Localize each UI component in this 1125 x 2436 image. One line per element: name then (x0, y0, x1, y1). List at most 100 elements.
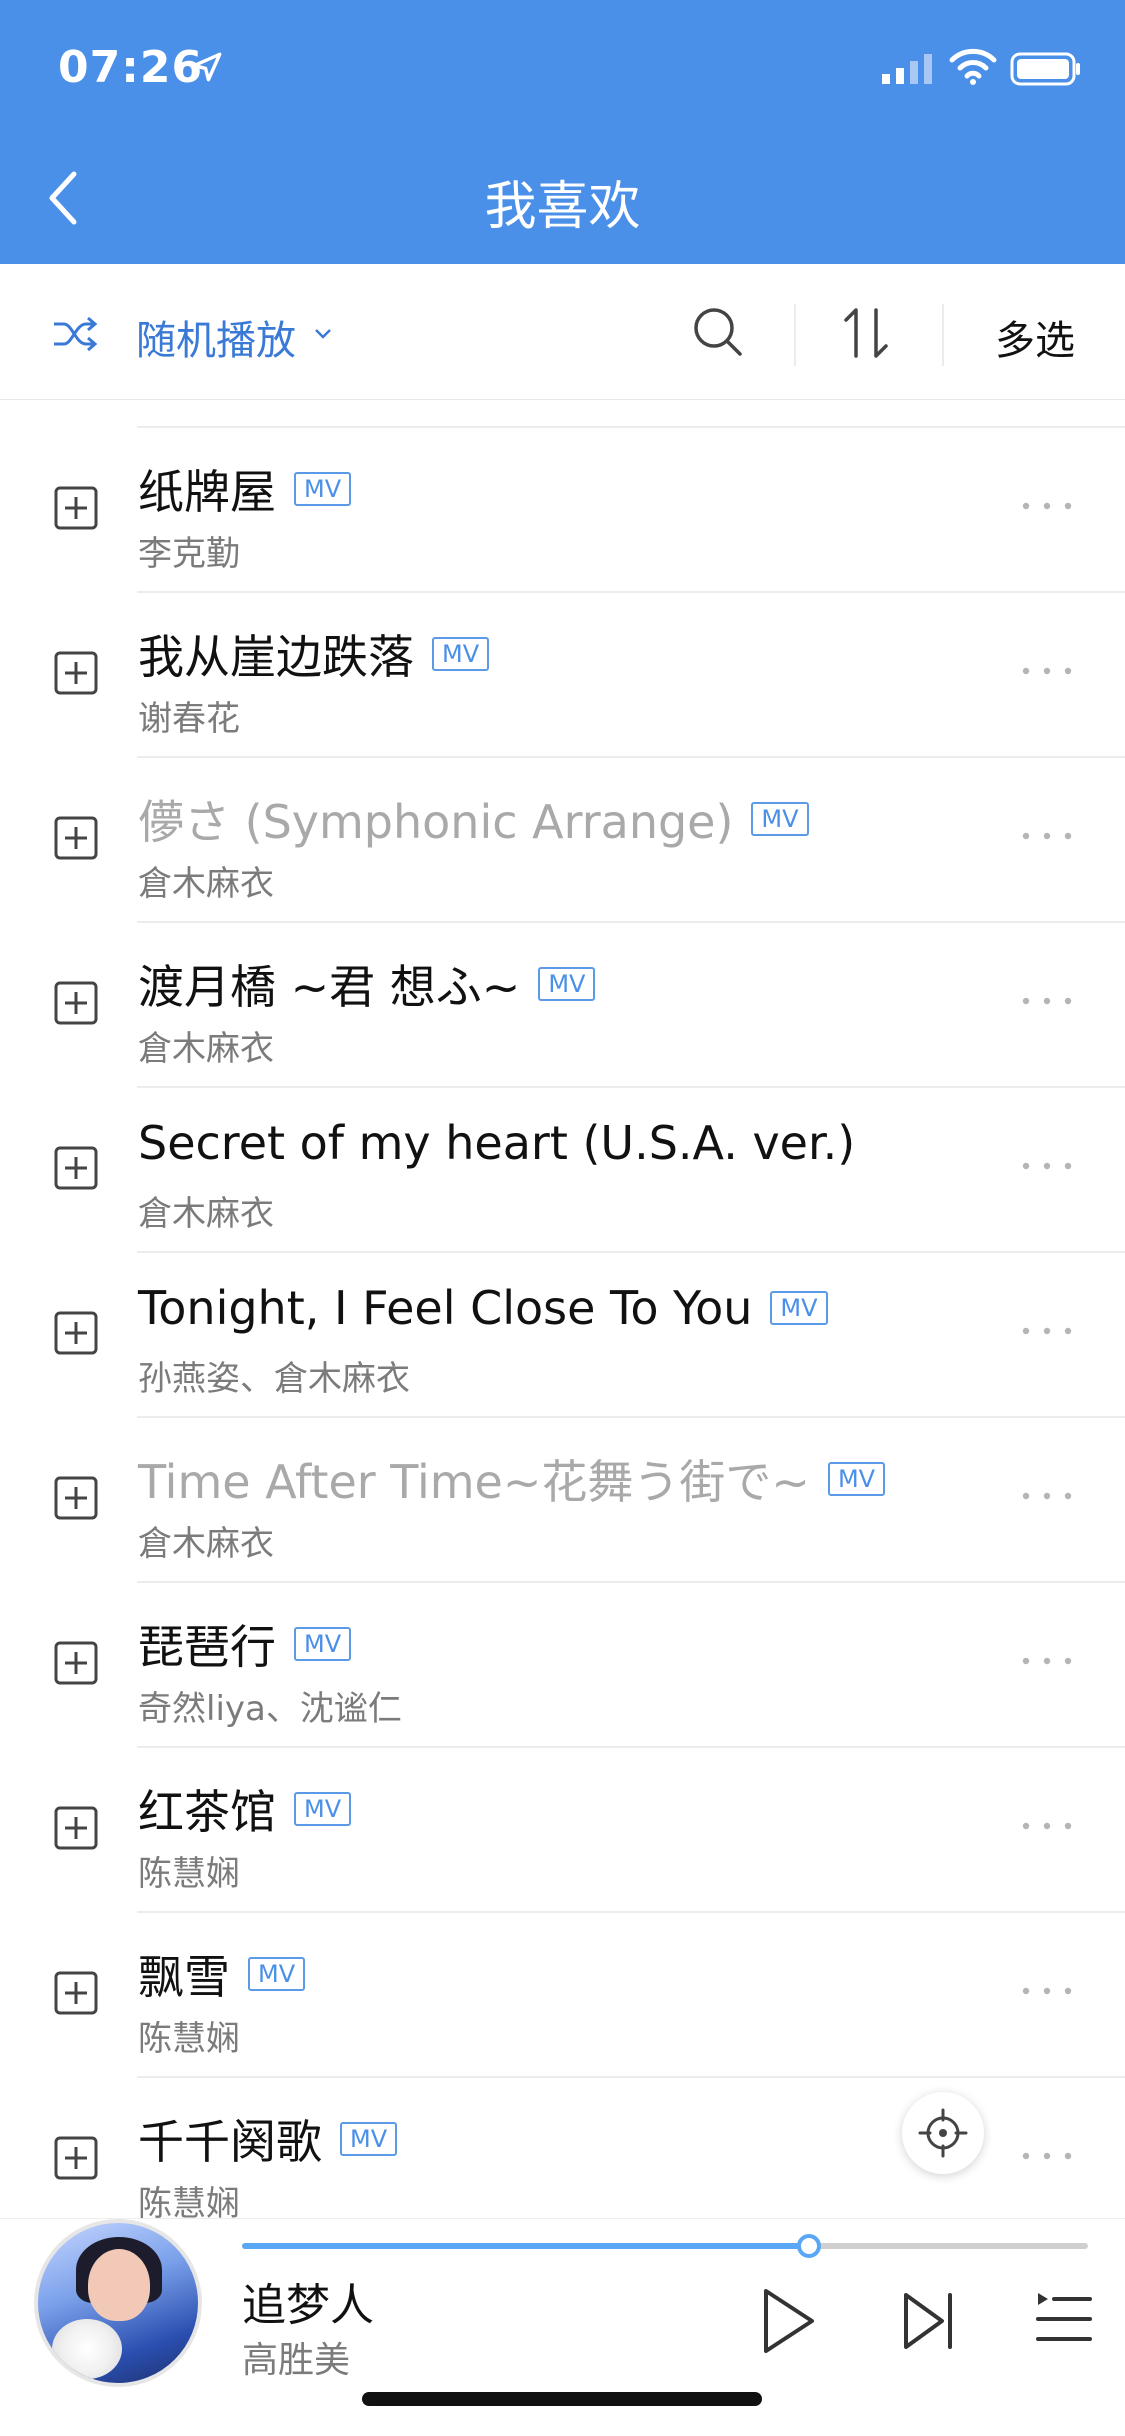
mv-badge[interactable]: MV (770, 1291, 828, 1325)
song-artist: 李克勤 (138, 534, 240, 574)
locate-current-button[interactable] (902, 2092, 984, 2174)
more-icon[interactable] (1020, 991, 1074, 1011)
add-icon[interactable] (52, 1144, 100, 1192)
song-title-text: 红茶馆 (138, 1785, 276, 1839)
progress-bar[interactable] (242, 2234, 1088, 2258)
more-icon[interactable] (1020, 1486, 1074, 1506)
wifi-icon (949, 48, 997, 85)
song-row[interactable]: 纸牌屋 MV 李克勤 (0, 428, 1125, 593)
song-row[interactable]: Time After Time~花舞う街で~ MV 倉木麻衣 (0, 1418, 1125, 1583)
chevron-down-icon[interactable] (313, 326, 333, 342)
song-artist: 孙燕姿、倉木麻衣 (138, 1359, 410, 1399)
mv-badge[interactable]: MV (294, 1792, 352, 1826)
play-icon[interactable] (758, 2285, 818, 2357)
song-artist: 倉木麻衣 (138, 1029, 274, 1069)
song-title: Secret of my heart (U.S.A. ver.) (138, 1116, 855, 1170)
cover-face (88, 2249, 150, 2321)
multi-select-button[interactable]: 多选 (995, 308, 1075, 366)
add-icon[interactable] (52, 2134, 100, 2182)
next-icon[interactable] (900, 2289, 960, 2353)
add-icon[interactable] (52, 1639, 100, 1687)
location-arrow-icon (192, 52, 222, 82)
song-artist: 倉木麻衣 (138, 864, 274, 904)
song-title-text: Tonight, I Feel Close To You (138, 1281, 753, 1335)
home-indicator (362, 2392, 762, 2406)
now-playing-title: 追梦人 (242, 2280, 374, 2331)
search-icon[interactable] (690, 304, 746, 360)
add-icon[interactable] (52, 979, 100, 1027)
shuffle-play-button[interactable]: 随机播放 (136, 308, 296, 366)
mv-badge[interactable]: MV (751, 802, 809, 836)
toolbar-separator (794, 304, 796, 366)
song-list: 纸牌屋 MV 李克勤 我从崖边跌落 MV 谢春花 儚さ (Symphonic Arrange… (0, 400, 1125, 2218)
song-artist: 倉木麻衣 (138, 1524, 274, 1564)
status-bar: 07:26 (0, 0, 1125, 140)
mv-badge[interactable]: MV (248, 1957, 306, 1991)
more-icon[interactable] (1020, 1651, 1074, 1671)
mv-badge[interactable]: MV (538, 967, 596, 1001)
mv-badge[interactable]: MV (827, 1462, 886, 1496)
song-title-text: 琵琶行 (138, 1620, 276, 1674)
song-title-text: 纸牌屋 (138, 465, 276, 519)
locate-icon (918, 2108, 968, 2158)
add-icon[interactable] (52, 1474, 100, 1522)
song-title: 纸牌屋 MV (138, 456, 352, 522)
song-title-text: Secret of my heart (U.S.A. ver.) (138, 1116, 856, 1170)
page-title: 我喜欢 (484, 177, 641, 237)
song-row[interactable]: 渡月橋 ~君 想ふ~ MV 倉木麻衣 (0, 923, 1125, 1088)
more-icon[interactable] (1020, 1321, 1074, 1341)
song-row[interactable]: 琵琶行 MV 奇然liya、沈谧仁 (0, 1583, 1125, 1748)
add-icon[interactable] (52, 814, 100, 862)
song-title-text: 千千阕歌 (138, 2115, 322, 2169)
more-icon[interactable] (1020, 1156, 1074, 1176)
header: 07:26 我喜欢 (0, 0, 1125, 264)
more-icon[interactable] (1020, 1816, 1074, 1836)
song-title: 我从崖边跌落 MV (138, 621, 490, 687)
more-icon[interactable] (1020, 496, 1074, 516)
song-row[interactable]: 红茶馆 MV 陈慧娴 (0, 1748, 1125, 1913)
progress-knob[interactable] (796, 2234, 821, 2258)
song-artist: 倉木麻衣 (138, 1194, 274, 1234)
add-icon[interactable] (52, 1804, 100, 1852)
mv-badge[interactable]: MV (340, 2122, 398, 2156)
more-icon[interactable] (1020, 2146, 1074, 2166)
cover-flowers (52, 2319, 122, 2379)
battery-icon (1010, 52, 1080, 86)
shuffle-icon[interactable] (52, 314, 98, 354)
song-artist: 奇然liya、沈谧仁 (138, 1689, 402, 1729)
mv-badge[interactable]: MV (294, 1627, 352, 1661)
song-row[interactable]: Tonight, I Feel Close To You MV 孙燕姿、倉木麻衣 (0, 1253, 1125, 1418)
song-title: 渡月橋 ~君 想ふ~ MV (138, 951, 596, 1017)
song-title-text: 我从崖边跌落 (138, 630, 414, 684)
status-time: 07:26 (58, 42, 204, 93)
mv-badge[interactable]: MV (294, 472, 352, 506)
song-title-text: Time After Time~花舞う街で~ (138, 1455, 810, 1509)
more-icon[interactable] (1020, 661, 1074, 681)
more-icon[interactable] (1020, 826, 1074, 846)
toolbar: 随机播放 多选 (0, 264, 1125, 400)
add-icon[interactable] (52, 1309, 100, 1357)
album-cover[interactable] (34, 2219, 202, 2387)
add-icon[interactable] (52, 1969, 100, 2017)
song-title: 琵琶行 MV (138, 1611, 352, 1677)
add-icon[interactable] (52, 649, 100, 697)
song-artist: 陈慧娴 (138, 2184, 240, 2218)
progress-fill (242, 2243, 809, 2249)
song-row[interactable]: 我从崖边跌落 MV 谢春花 (0, 593, 1125, 758)
song-title: Time After Time~花舞う街で~ MV (138, 1446, 886, 1512)
song-title-text: 飘雪 (138, 1950, 230, 2004)
song-row[interactable]: 儚さ (Symphonic Arrange) MV 倉木麻衣 (0, 758, 1125, 923)
song-artist: 陈慧娴 (138, 1854, 240, 1894)
song-title: 千千阕歌 MV (138, 2106, 398, 2172)
song-artist: 陈慧娴 (138, 2019, 240, 2059)
signal-icon (882, 54, 932, 84)
queue-icon[interactable] (1036, 2289, 1092, 2349)
more-icon[interactable] (1020, 1981, 1074, 2001)
song-title: 红茶馆 MV (138, 1776, 352, 1842)
song-title: Tonight, I Feel Close To You MV (138, 1281, 828, 1335)
mv-badge[interactable]: MV (432, 637, 490, 671)
song-row[interactable]: Secret of my heart (U.S.A. ver.) 倉木麻衣 (0, 1088, 1125, 1253)
song-row[interactable]: 飘雪 MV 陈慧娴 (0, 1913, 1125, 2078)
sort-icon[interactable] (838, 304, 894, 362)
add-icon[interactable] (52, 484, 100, 532)
